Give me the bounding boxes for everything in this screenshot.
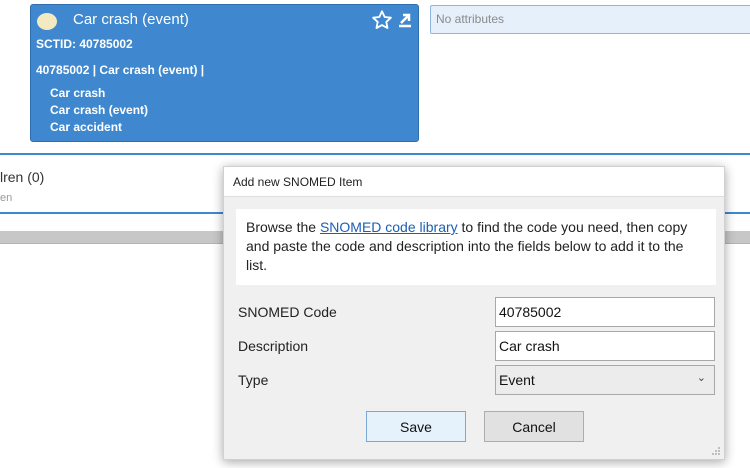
concept-card: Car crash (event) SCTID: 40785002 407850…	[30, 4, 419, 142]
dialog-title: Add new SNOMED Item	[233, 175, 363, 189]
concept-title: Car crash (event)	[73, 11, 189, 28]
snomed-code-label: SNOMED Code	[238, 304, 337, 320]
export-icon[interactable]	[397, 12, 413, 28]
snomed-library-link[interactable]: SNOMED code library	[320, 219, 458, 235]
concept-fsn: 40785002 | Car crash (event) |	[36, 63, 205, 77]
attributes-box: No attributes	[430, 5, 750, 34]
chevron-down-icon: ⌄	[696, 372, 706, 384]
dialog-titlebar[interactable]: Add new SNOMED Item	[224, 167, 724, 197]
resize-grip-icon[interactable]	[711, 446, 721, 456]
save-button[interactable]: Save	[366, 411, 466, 442]
add-snomed-dialog: Add new SNOMED Item Browse the SNOMED co…	[223, 166, 725, 460]
type-select[interactable]: Event ⌄	[495, 365, 715, 395]
type-label: Type	[238, 372, 269, 388]
type-select-value: Event	[499, 372, 535, 388]
synonym-item: Car crash	[50, 86, 106, 100]
dialog-info-text: Browse the SNOMED code library to find t…	[236, 209, 716, 285]
description-label: Description	[238, 338, 309, 354]
cancel-button[interactable]: Cancel	[484, 411, 584, 442]
description-input[interactable]	[495, 331, 715, 361]
concept-status-dot	[37, 13, 57, 30]
synonym-item: Car accident	[50, 120, 123, 134]
concept-sctid: SCTID: 40785002	[36, 37, 133, 51]
children-title: lren (0)	[0, 169, 45, 185]
star-outline-icon[interactable]	[371, 9, 393, 31]
children-subtitle: en	[0, 192, 13, 204]
info-text-before: Browse the	[246, 219, 320, 235]
concept-synonyms: Car crash Car crash (event) Car accident	[50, 85, 148, 136]
snomed-code-input[interactable]	[495, 297, 715, 327]
synonym-item: Car crash (event)	[50, 103, 149, 117]
